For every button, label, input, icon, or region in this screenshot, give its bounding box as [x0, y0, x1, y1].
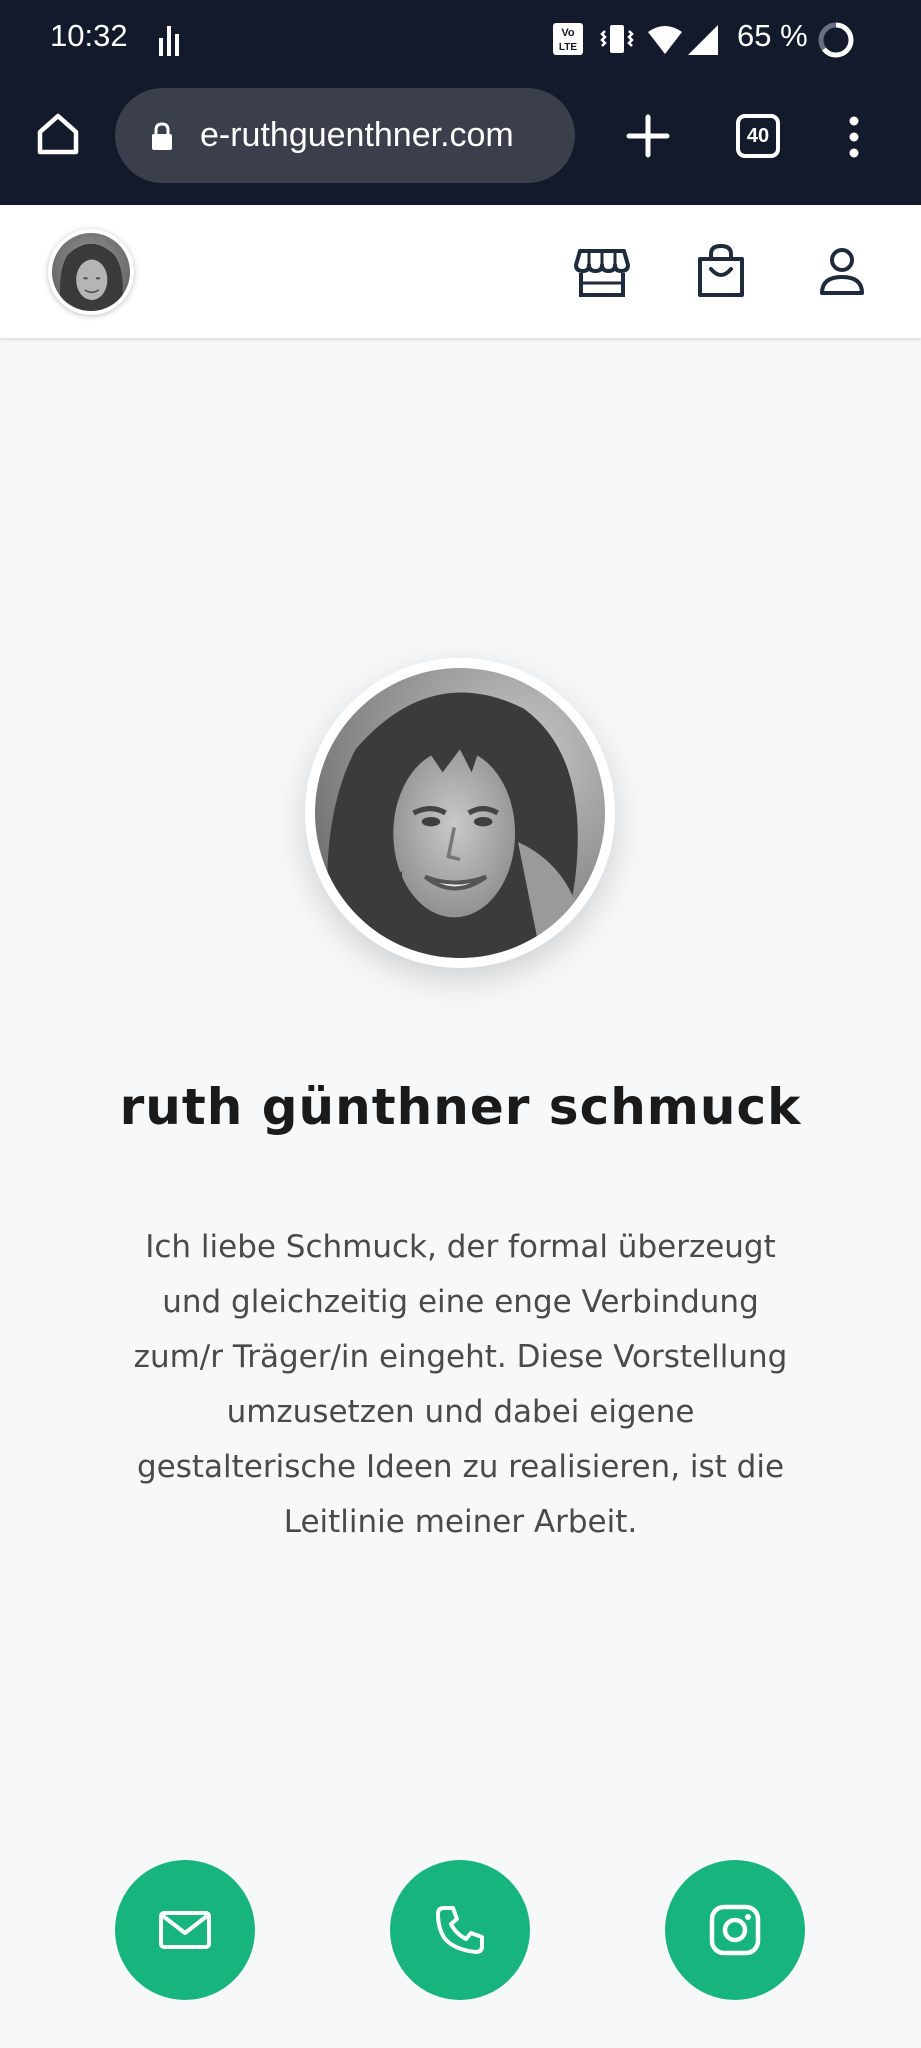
address-bar[interactable]: e-ruthguenthner.com: [115, 88, 575, 183]
user-icon[interactable]: [818, 247, 866, 297]
shopping-bag-icon[interactable]: [696, 243, 746, 299]
email-button[interactable]: [115, 1860, 255, 2000]
instagram-button[interactable]: [665, 1860, 805, 2000]
intro-text: Ich liebe Schmuck, der formal überzeugt …: [95, 1220, 826, 1550]
intro-line: Leitlinie meiner Arbeit.: [283, 1504, 638, 1540]
browser-toolbar: e-ruthguenthner.com 40: [0, 80, 921, 205]
intro-line: zum/r Träger/in eingeht. Diese Vorstellu…: [133, 1339, 788, 1375]
vibrate-icon: [600, 25, 634, 53]
page-title: ruth günthner schmuck: [119, 1078, 802, 1136]
battery-ring-icon: [818, 22, 854, 58]
phone-button[interactable]: [390, 1860, 530, 2000]
status-time: 10:32: [50, 18, 128, 53]
intro-line: umzusetzen und dabei eigene: [226, 1394, 695, 1430]
status-bar: 10:32 Vo LTE 65 %: [0, 0, 921, 80]
svg-text:LTE: LTE: [559, 42, 577, 53]
svg-text:Vo: Vo: [561, 27, 575, 39]
shop-icon[interactable]: [574, 247, 630, 299]
tab-count: 40: [746, 124, 770, 147]
hero-portrait: [305, 658, 615, 968]
intro-line: gestalterische Ideen zu realisieren, ist…: [136, 1449, 785, 1485]
cell-signal-icon: [688, 25, 718, 55]
more-menu-icon[interactable]: [844, 114, 864, 160]
instagram-icon: [709, 1904, 761, 1956]
tab-switcher-button[interactable]: 40: [736, 114, 780, 158]
site-header: [0, 205, 921, 338]
mail-icon: [159, 1911, 211, 1949]
portrait-image: [315, 668, 605, 958]
battery-percentage: 65 %: [737, 18, 808, 53]
lock-icon: [152, 122, 172, 150]
intro-line: und gleichzeitig eine enge Verbindung: [162, 1284, 759, 1320]
url-text: e-ruthguenthner.com: [200, 116, 514, 154]
logo-avatar[interactable]: [48, 229, 134, 315]
home-icon[interactable]: [34, 110, 82, 158]
phone-icon: [436, 1906, 484, 1954]
volte-icon: Vo LTE: [553, 23, 583, 55]
activity-bars-icon: [159, 26, 179, 56]
new-tab-icon[interactable]: [625, 113, 671, 159]
wifi-icon: [648, 26, 682, 54]
intro-line: Ich liebe Schmuck, der formal überzeugt: [145, 1229, 776, 1265]
portrait-image: [52, 233, 130, 311]
